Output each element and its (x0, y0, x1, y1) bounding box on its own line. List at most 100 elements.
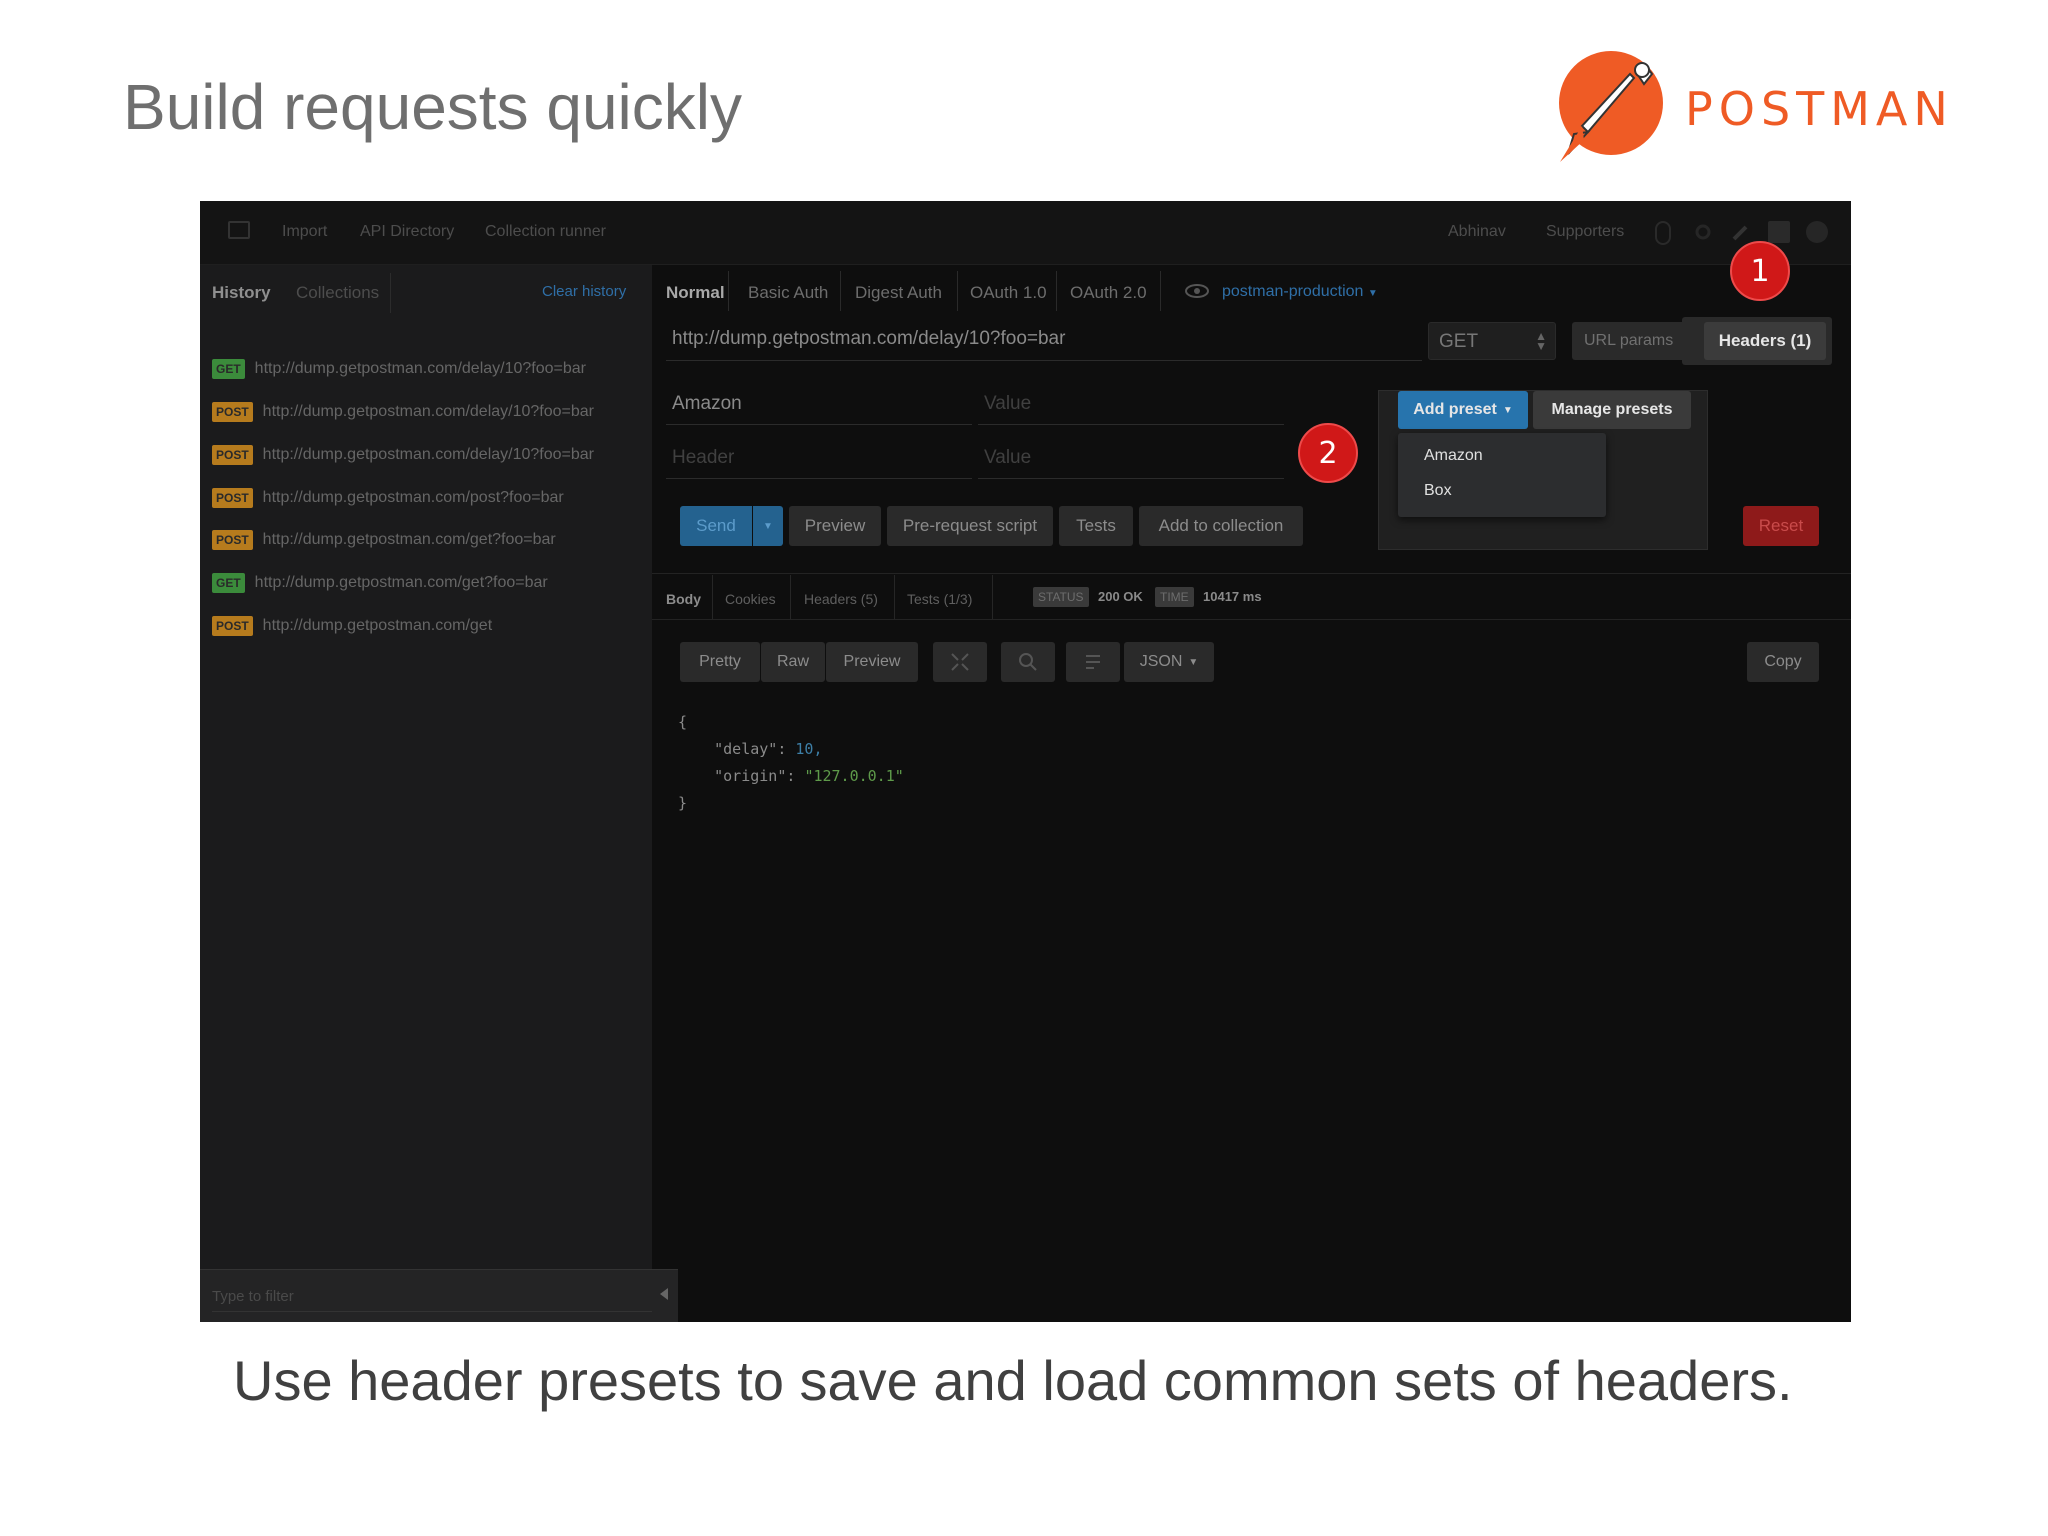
chevron-down-icon: ▼ (1367, 288, 1378, 299)
tab-cookies[interactable]: Cookies (725, 591, 776, 607)
json-key-origin: "origin": (714, 767, 805, 785)
environment-selector[interactable]: postman-production ▼ (1222, 283, 1378, 301)
method-badge: GET (212, 359, 245, 379)
eye-icon[interactable] (1184, 283, 1210, 304)
header-key-field[interactable]: Header (666, 435, 972, 479)
preview-response-button[interactable]: Preview (826, 642, 918, 682)
user-name[interactable]: Abhinav (1448, 223, 1506, 241)
format-value: JSON (1139, 653, 1183, 670)
tab-basic-auth[interactable]: Basic Auth (748, 283, 828, 303)
tab-normal[interactable]: Normal (666, 283, 725, 303)
header-value-field[interactable]: Value (978, 435, 1284, 479)
sidebar-toggle-icon[interactable] (228, 221, 250, 239)
history-filter-bar (200, 1269, 678, 1322)
history-item[interactable]: POST http://dump.getpostman.com/post?foo… (212, 485, 564, 511)
postman-logo: POSTMAN (1548, 50, 1948, 170)
copy-button[interactable]: Copy (1747, 642, 1819, 682)
pre-request-script-button[interactable]: Pre-request script (887, 506, 1053, 546)
history-item[interactable]: POST http://dump.getpostman.com/delay/10… (212, 442, 594, 468)
api-directory-button[interactable]: API Directory (360, 223, 454, 241)
top-bar: Import API Directory Collection runner A… (200, 201, 1851, 265)
pretty-button[interactable]: Pretty (680, 642, 760, 682)
collapse-sidebar-icon[interactable] (660, 1288, 668, 1300)
json-open-brace: { (678, 713, 688, 731)
history-url: http://dump.getpostman.com/delay/10?foo=… (262, 446, 594, 463)
manage-presets-button[interactable]: Manage presets (1533, 391, 1691, 429)
tab-divider (840, 271, 841, 311)
sidebar: History Collections Clear history GET ht… (200, 265, 678, 1322)
status-label: STATUS (1033, 587, 1089, 607)
status-value: 200 OK (1098, 589, 1143, 604)
history-url: http://dump.getpostman.com/get?foo=bar (262, 531, 556, 548)
collection-runner-button[interactable]: Collection runner (485, 223, 606, 241)
tab-oauth2[interactable]: OAuth 2.0 (1070, 283, 1147, 303)
import-button[interactable]: Import (282, 223, 327, 241)
tab-divider (712, 575, 713, 619)
history-item[interactable]: POST http://dump.getpostman.com/delay/10… (212, 399, 594, 425)
preset-item-box[interactable]: Box (1424, 482, 1452, 500)
tab-body[interactable]: Body (666, 591, 701, 607)
history-filter-input[interactable] (212, 1282, 652, 1312)
settings-icon[interactable] (1692, 221, 1714, 243)
reset-button[interactable]: Reset (1743, 506, 1819, 546)
headers-button[interactable]: Headers (1) (1704, 322, 1826, 360)
tab-divider (728, 271, 729, 311)
tab-digest-auth[interactable]: Digest Auth (855, 283, 942, 303)
sync-icon[interactable] (1655, 221, 1671, 245)
search-icon[interactable] (1001, 642, 1055, 682)
send-button[interactable]: Send (680, 506, 752, 546)
tab-headers[interactable]: Headers (5) (804, 591, 878, 607)
preset-item-amazon[interactable]: Amazon (1424, 447, 1483, 465)
history-item[interactable]: POST http://dump.getpostman.com/get?foo=… (212, 527, 556, 553)
expand-icon[interactable] (933, 642, 987, 682)
method-select[interactable]: GET ▲ ▼ (1428, 322, 1556, 360)
history-item[interactable]: POST http://dump.getpostman.com/get (212, 613, 492, 639)
postman-window: Import API Directory Collection runner A… (200, 201, 1851, 1322)
tab-divider (1056, 271, 1057, 311)
tab-divider (957, 271, 958, 311)
add-preset-label: Add preset (1413, 401, 1497, 418)
clear-history-link[interactable]: Clear history (542, 283, 626, 300)
url-input[interactable] (666, 317, 1422, 361)
response-tabs-separator (652, 619, 1851, 620)
header-value-field[interactable]: Value (978, 381, 1284, 425)
logo-text: POSTMAN (1685, 82, 1954, 136)
preview-button[interactable]: Preview (789, 506, 881, 546)
time-value: 10417 ms (1203, 589, 1262, 604)
callout-marker-1: 1 (1730, 241, 1790, 301)
tests-button[interactable]: Tests (1059, 506, 1133, 546)
method-badge: POST (212, 616, 253, 636)
add-preset-button[interactable]: Add preset ▼ (1398, 391, 1528, 429)
add-to-collection-button[interactable]: Add to collection (1139, 506, 1303, 546)
history-url: http://dump.getpostman.com/post?foo=bar (262, 489, 564, 506)
method-badge: GET (212, 573, 245, 593)
sidebar-tab-divider (390, 273, 391, 313)
wrap-lines-icon[interactable] (1066, 642, 1120, 682)
format-select[interactable]: JSON ▼ (1124, 642, 1214, 682)
history-item[interactable]: GET http://dump.getpostman.com/delay/10?… (212, 356, 586, 382)
time-label: TIME (1155, 587, 1194, 607)
tab-tests[interactable]: Tests (1/3) (907, 591, 972, 607)
raw-button[interactable]: Raw (761, 642, 825, 682)
caret-down-icon: ▼ (1188, 656, 1199, 668)
preset-dropdown: Amazon Box (1398, 433, 1606, 517)
callout-marker-2: 2 (1298, 423, 1358, 483)
url-params-button[interactable]: URL params (1572, 322, 1700, 360)
select-arrows-icon: ▲ ▼ (1535, 329, 1547, 353)
tab-collections[interactable]: Collections (296, 283, 379, 303)
slide-title: Build requests quickly (123, 71, 742, 143)
header-key-field[interactable]: Amazon (666, 381, 972, 425)
send-dropdown-icon[interactable]: ▼ (753, 506, 783, 546)
tab-oauth1[interactable]: OAuth 1.0 (970, 283, 1047, 303)
window-icon[interactable] (1768, 221, 1790, 243)
tab-history[interactable]: History (212, 283, 271, 303)
json-close-brace: } (678, 794, 688, 812)
history-item[interactable]: GET http://dump.getpostman.com/get?foo=b… (212, 570, 548, 596)
tab-divider (992, 575, 993, 619)
help-icon[interactable] (1806, 221, 1828, 243)
tab-divider (894, 575, 895, 619)
wrench-icon[interactable] (1730, 221, 1752, 243)
history-url: http://dump.getpostman.com/delay/10?foo=… (254, 360, 586, 377)
supporters-link[interactable]: Supporters (1546, 223, 1624, 241)
response-separator (652, 573, 1851, 574)
